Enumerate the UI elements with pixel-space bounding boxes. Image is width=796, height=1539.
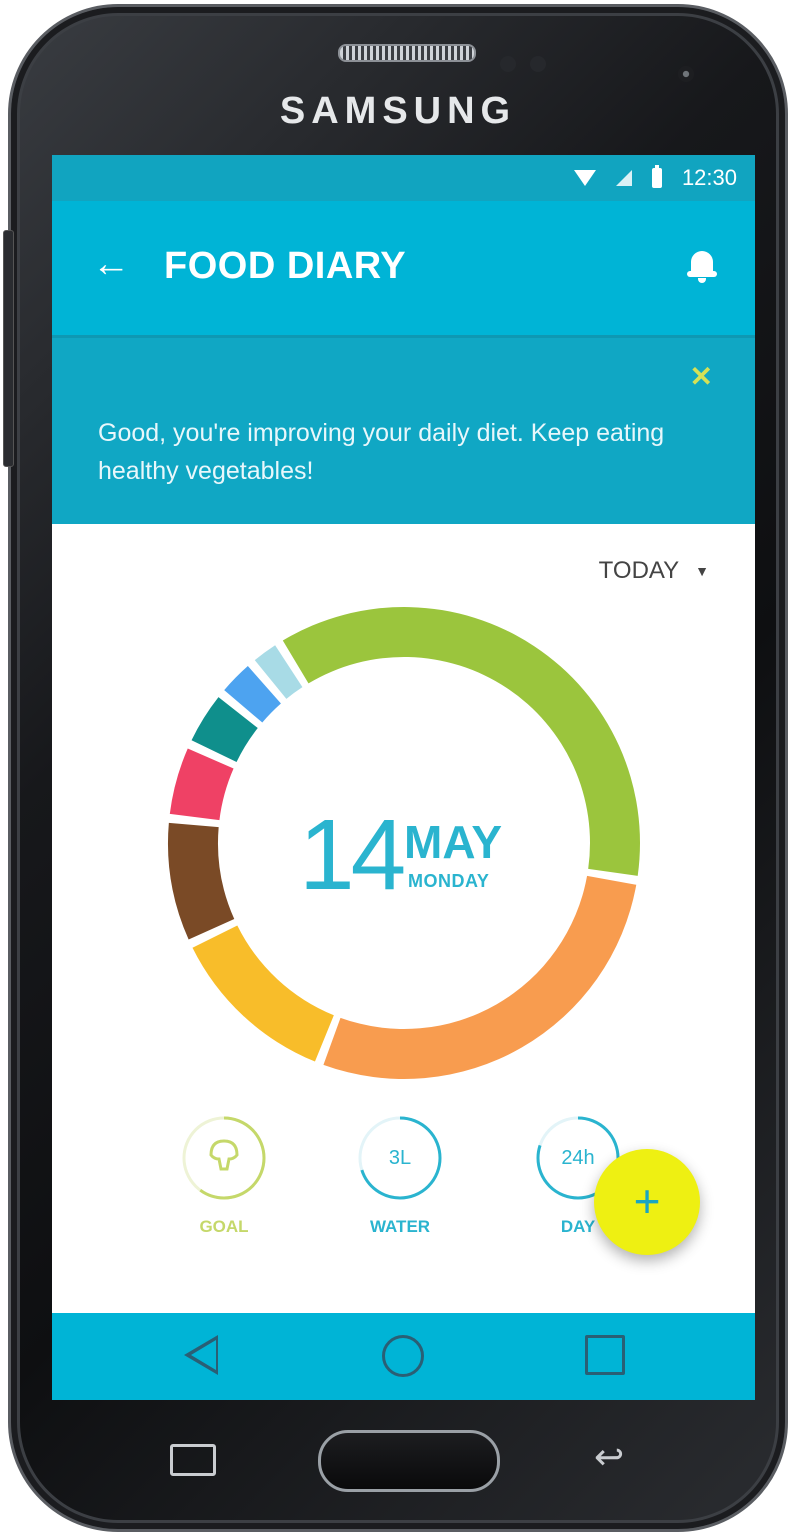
signal-icon <box>615 170 632 186</box>
wifi-icon <box>573 170 596 186</box>
dropdown-caret-icon: ▼ <box>695 563 709 579</box>
nav-home-icon[interactable] <box>382 1335 424 1377</box>
battery-icon <box>651 165 662 188</box>
donut-segment-2 <box>192 925 334 1062</box>
tip-banner: ✕ Good, you're improving your daily diet… <box>52 335 755 524</box>
earpiece-speaker <box>338 44 476 62</box>
close-icon[interactable]: ✕ <box>690 360 713 393</box>
app-bar: ← FOOD DIARY <box>52 201 755 335</box>
bell-icon[interactable] <box>687 249 717 283</box>
proximity-sensor <box>500 56 516 72</box>
back-arrow-icon[interactable]: ← <box>92 243 130 286</box>
front-camera <box>678 66 694 82</box>
stat-goal[interactable]: GOAL <box>174 1115 274 1237</box>
volume-button <box>3 230 14 467</box>
donut-segment-4 <box>169 748 234 821</box>
banner-message: Good, you're improving your daily diet. … <box>98 419 665 485</box>
period-dropdown[interactable]: TODAY ▼ <box>599 557 709 585</box>
period-value: TODAY <box>598 557 680 584</box>
nav-recent-apps-icon[interactable] <box>585 1335 625 1375</box>
stat-water-label: WATER <box>369 1217 431 1236</box>
android-nav-bar <box>52 1313 755 1400</box>
hardware-back-icon[interactable]: ↩ <box>594 1436 624 1478</box>
status-time: 12:30 <box>681 165 737 190</box>
broccoli-icon <box>209 1139 239 1171</box>
add-entry-button[interactable]: + <box>594 1149 700 1255</box>
stat-water[interactable]: 3L WATER <box>350 1115 450 1237</box>
date-weekday: MONDAY <box>408 871 490 891</box>
donut-segment-3 <box>168 822 235 940</box>
light-sensor <box>530 56 546 72</box>
stat-goal-label: GOAL <box>199 1217 249 1236</box>
date-month: MAY <box>404 816 502 868</box>
stat-water-value: 3L <box>388 1147 412 1169</box>
device-brand: SAMSUNG <box>279 90 517 132</box>
hardware-home-button[interactable] <box>318 1430 500 1492</box>
status-bar: 12:30 <box>52 155 755 201</box>
page-title: FOOD DIARY <box>164 245 407 287</box>
date-day-number: 14 <box>299 799 406 911</box>
screen: 12:30 ← FOOD DIARY ✕ Good, you're improv… <box>52 155 755 1400</box>
hardware-recent-apps-icon[interactable] <box>170 1444 216 1476</box>
